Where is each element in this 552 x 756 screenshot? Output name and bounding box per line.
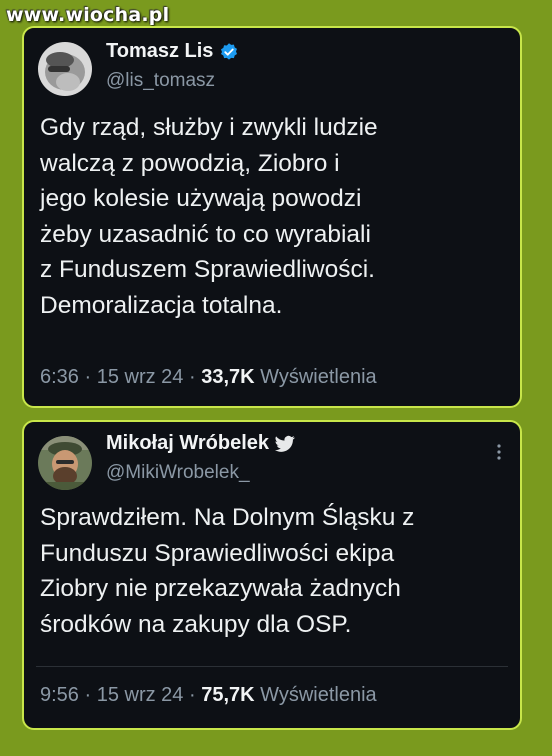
author-handle[interactable]: @MikiWrobelek_ bbox=[106, 462, 250, 484]
author-handle[interactable]: @lis_tomasz bbox=[106, 70, 215, 92]
author-name-text[interactable]: Mikołaj Wróbelek bbox=[106, 432, 269, 455]
tweet-time[interactable]: 9:56 bbox=[40, 684, 79, 706]
tweet-text-line: środków na zakupy dla OSP. bbox=[40, 610, 352, 638]
tweet-date[interactable]: 15 wrz 24 bbox=[97, 366, 184, 388]
watermark: www.wiocha.pl bbox=[6, 4, 170, 26]
avatar-photo-icon bbox=[38, 436, 92, 490]
views-count: 75,7K bbox=[201, 684, 255, 706]
tweet-card-lis[interactable]: Tomasz Lis @lis_tomasz Gdy rząd, służby … bbox=[22, 26, 522, 408]
meta-separator: · bbox=[78, 684, 97, 706]
tweet-text-line: Funduszu Sprawiedliwości ekipa bbox=[40, 539, 395, 567]
tweet-text-line: walczą z powodzią, Ziobro i bbox=[40, 149, 340, 177]
tweet-text-line: żeby uzasadnić to co wyrabiali bbox=[40, 220, 371, 248]
tweet-text-line: jego kolesie używają powodzi bbox=[40, 185, 362, 212]
tweet-text-line: z Funduszem Sprawiedliwości. bbox=[40, 256, 375, 283]
tweet-time[interactable]: 6:36 bbox=[40, 366, 79, 388]
avatar[interactable] bbox=[38, 42, 92, 96]
views-label: Wyświetlenia bbox=[254, 684, 377, 706]
more-dots-icon bbox=[497, 444, 501, 460]
tweet-meta: 6:36 · 15 wrz 24 · 33,7K Wyświetlenia bbox=[40, 366, 377, 389]
author-name-text[interactable]: Tomasz Lis bbox=[106, 40, 213, 63]
meta-separator: · bbox=[183, 366, 202, 388]
views-label: Wyświetlenia bbox=[254, 366, 377, 388]
verified-badge-icon bbox=[221, 42, 238, 60]
tweet-text-line: Ziobry nie przekazywała żadnych bbox=[40, 575, 401, 602]
divider bbox=[36, 666, 508, 667]
views-count: 33,7K bbox=[201, 366, 255, 388]
tweet-meta: 9:56 · 15 wrz 24 · 75,7K Wyświetlenia bbox=[40, 684, 377, 707]
meta-separator: · bbox=[183, 684, 202, 706]
tweet-text-line: Demoralizacja totalna. bbox=[40, 291, 283, 319]
tweet-text: Sprawdziłem. Na Dolnym Śląsku z Funduszu… bbox=[40, 500, 504, 642]
tweet-date[interactable]: 15 wrz 24 bbox=[97, 684, 184, 706]
tweet-text-line: Gdy rząd, służby i zwykli ludzie bbox=[40, 114, 378, 141]
author-name[interactable]: Mikołaj Wróbelek bbox=[106, 432, 295, 455]
tweet-text: Gdy rząd, służby i zwykli ludzie walczą … bbox=[40, 110, 504, 323]
author-name[interactable]: Tomasz Lis bbox=[106, 40, 239, 63]
twitter-bird-icon bbox=[275, 435, 295, 452]
tweet-text-line: Sprawdziłem. Na Dolnym Śląsku z bbox=[40, 504, 415, 531]
avatar-photo-icon bbox=[38, 42, 92, 96]
more-vertical-icon[interactable] bbox=[494, 444, 504, 460]
avatar[interactable] bbox=[38, 436, 92, 490]
tweet-card-wrobelek[interactable]: Mikołaj Wróbelek @MikiWrobelek_ Sprawdzi… bbox=[22, 420, 522, 730]
meta-separator: · bbox=[78, 366, 97, 388]
